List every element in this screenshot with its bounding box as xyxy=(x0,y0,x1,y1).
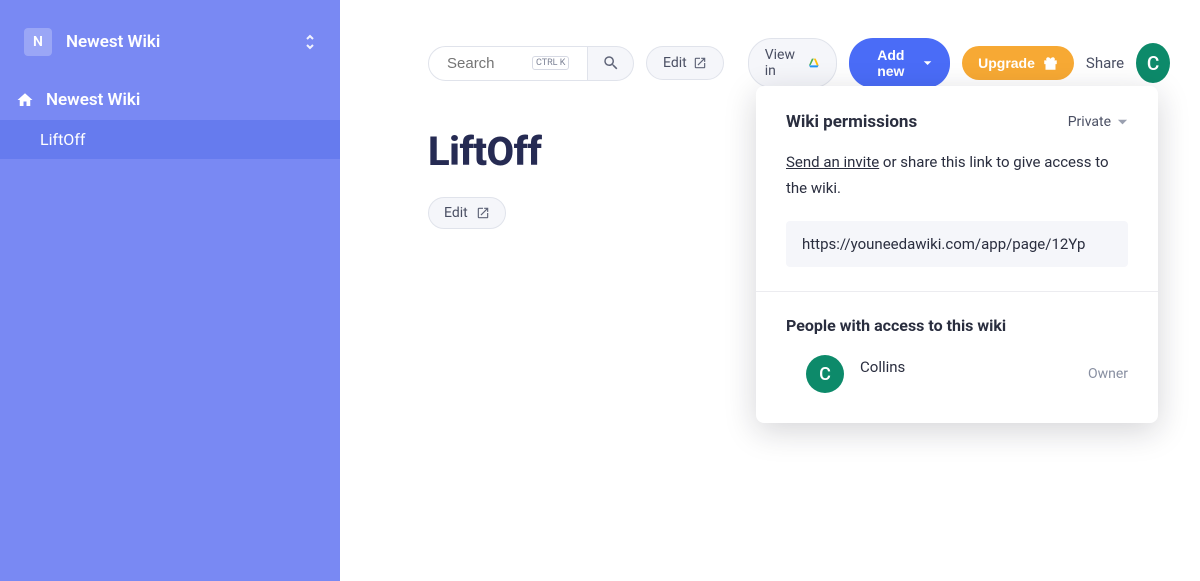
upgrade-button[interactable]: Upgrade xyxy=(962,46,1074,80)
home-icon xyxy=(16,91,34,109)
sidebar-home[interactable]: Newest Wiki xyxy=(0,80,340,120)
permissions-desc: Send an invite or share this link to giv… xyxy=(786,150,1128,201)
permissions-title: Wiki permissions xyxy=(786,112,917,132)
chevron-down-icon xyxy=(1117,117,1128,128)
edit-button[interactable]: Edit xyxy=(646,46,724,80)
person-role: Owner xyxy=(1088,366,1128,382)
drive-icon xyxy=(808,56,820,70)
search-icon xyxy=(602,54,620,72)
unfold-icon[interactable] xyxy=(304,33,316,51)
share-popover: Wiki permissions Private Send an invite … xyxy=(756,86,1158,423)
toolbar: CTRL K Edit View in Add new Upgrade xyxy=(340,38,1200,88)
chevron-down-icon xyxy=(923,58,932,69)
edit-label: Edit xyxy=(663,55,687,71)
search-input[interactable]: CTRL K xyxy=(428,46,588,81)
viewin-button[interactable]: View in xyxy=(748,38,837,88)
addnew-button[interactable]: Add new xyxy=(849,38,950,88)
divider xyxy=(756,291,1158,292)
person-row: C Collins Owner xyxy=(786,355,1128,393)
privacy-label: Private xyxy=(1068,114,1111,130)
gift-icon xyxy=(1043,56,1058,71)
access-title: People with access to this wiki xyxy=(786,316,1128,335)
viewin-label: View in xyxy=(765,47,802,79)
avatar[interactable]: C xyxy=(1136,43,1170,83)
privacy-selector[interactable]: Private xyxy=(1068,114,1128,130)
send-invite-link[interactable]: Send an invite xyxy=(786,153,879,171)
search-field[interactable] xyxy=(447,55,532,72)
edit-page-button[interactable]: Edit xyxy=(428,197,506,229)
wiki-selector[interactable]: N Newest Wiki xyxy=(0,28,340,80)
upgrade-label: Upgrade xyxy=(978,55,1035,71)
search-shortcut: CTRL K xyxy=(532,56,569,70)
person-name: Collins xyxy=(860,358,1072,376)
search-button[interactable] xyxy=(588,46,634,81)
sidebar-item-liftoff[interactable]: LiftOff xyxy=(0,120,340,159)
external-icon xyxy=(476,206,490,220)
addnew-label: Add new xyxy=(867,47,915,79)
wiki-name: Newest Wiki xyxy=(66,32,290,52)
share-url[interactable]: https://youneedawiki.com/app/page/12Yp xyxy=(786,221,1128,267)
person-avatar: C xyxy=(806,355,844,393)
sidebar: N Newest Wiki Newest Wiki LiftOff xyxy=(0,0,340,581)
home-label: Newest Wiki xyxy=(46,90,140,110)
wiki-logo: N xyxy=(24,28,52,56)
edit-page-label: Edit xyxy=(444,205,468,221)
share-button[interactable]: Share xyxy=(1086,54,1124,72)
external-icon xyxy=(693,56,707,70)
